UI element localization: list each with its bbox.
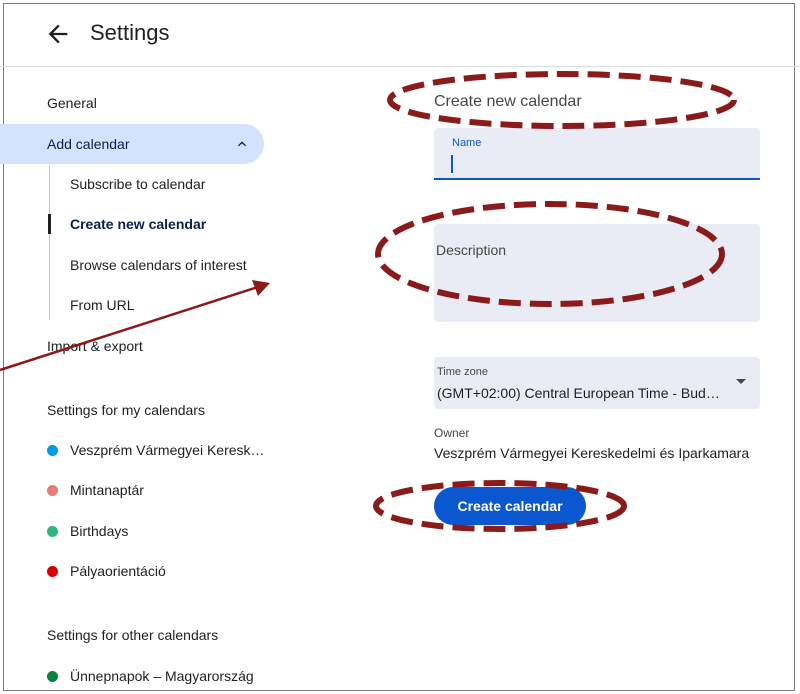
calendar-color-dot <box>47 671 58 682</box>
calendar-label: Mintanaptár <box>70 482 144 498</box>
timezone-label: Time zone <box>437 366 488 378</box>
owner-label: Owner <box>434 426 470 440</box>
active-indicator <box>48 214 51 234</box>
description-placeholder: Description <box>436 242 507 258</box>
sidebar-item-general[interactable]: General <box>47 95 97 111</box>
name-field-label: Name <box>452 137 482 149</box>
calendar-color-dot <box>47 526 58 537</box>
timezone-value: (GMT+02:00) Central European Time - Bud… <box>437 385 720 401</box>
owner-value: Veszprém Vármegyei Kereskedelmi és Ipark… <box>434 445 750 461</box>
calendar-item[interactable]: Ünnepnapok – Magyarország <box>47 668 254 684</box>
name-input[interactable] <box>450 152 744 176</box>
calendar-color-dot <box>47 566 58 577</box>
sidebar-item-subscribe[interactable]: Subscribe to calendar <box>70 176 205 192</box>
settings-header: Settings <box>0 0 800 67</box>
calendar-label: Ünnepnapok – Magyarország <box>70 668 254 684</box>
sidebar-item-browse[interactable]: Browse calendars of interest <box>70 257 247 273</box>
page-title: Settings <box>90 20 170 45</box>
create-calendar-button[interactable]: Create calendar <box>434 487 586 525</box>
other-calendars-heading: Settings for other calendars <box>47 627 219 643</box>
sidebar-item-from-url[interactable]: From URL <box>70 297 135 313</box>
form-heading: Create new calendar <box>434 93 582 110</box>
calendar-item[interactable]: Veszprém Vármegyei Keresk… <box>47 442 265 458</box>
sidebar-item-create-new-calendar[interactable]: Create new calendar <box>70 216 206 232</box>
calendar-label: Veszprém Vármegyei Keresk… <box>70 442 265 458</box>
sidebar-item-label: Add calendar <box>47 136 130 152</box>
calendar-label: Birthdays <box>70 523 129 539</box>
arrow-back-icon[interactable] <box>44 20 72 48</box>
calendar-label: Pályaorientáció <box>70 563 166 579</box>
sidebar-item-import-export[interactable]: Import & export <box>47 338 143 354</box>
calendar-item[interactable]: Pályaorientáció <box>47 563 166 579</box>
calendar-color-dot <box>47 445 58 456</box>
calendar-item[interactable]: Mintanaptár <box>47 482 144 498</box>
description-field[interactable]: Description <box>434 224 760 322</box>
dropdown-arrow-icon <box>736 379 746 384</box>
chevron-up-icon <box>238 141 246 147</box>
tree-connector <box>49 166 50 320</box>
sidebar-item-add-calendar[interactable]: Add calendar <box>0 124 264 164</box>
name-field[interactable]: Name <box>434 128 760 180</box>
calendar-color-dot <box>47 485 58 496</box>
my-calendars-heading: Settings for my calendars <box>47 402 205 418</box>
calendar-item[interactable]: Birthdays <box>47 523 128 539</box>
timezone-select[interactable]: Time zone (GMT+02:00) Central European T… <box>434 357 760 409</box>
